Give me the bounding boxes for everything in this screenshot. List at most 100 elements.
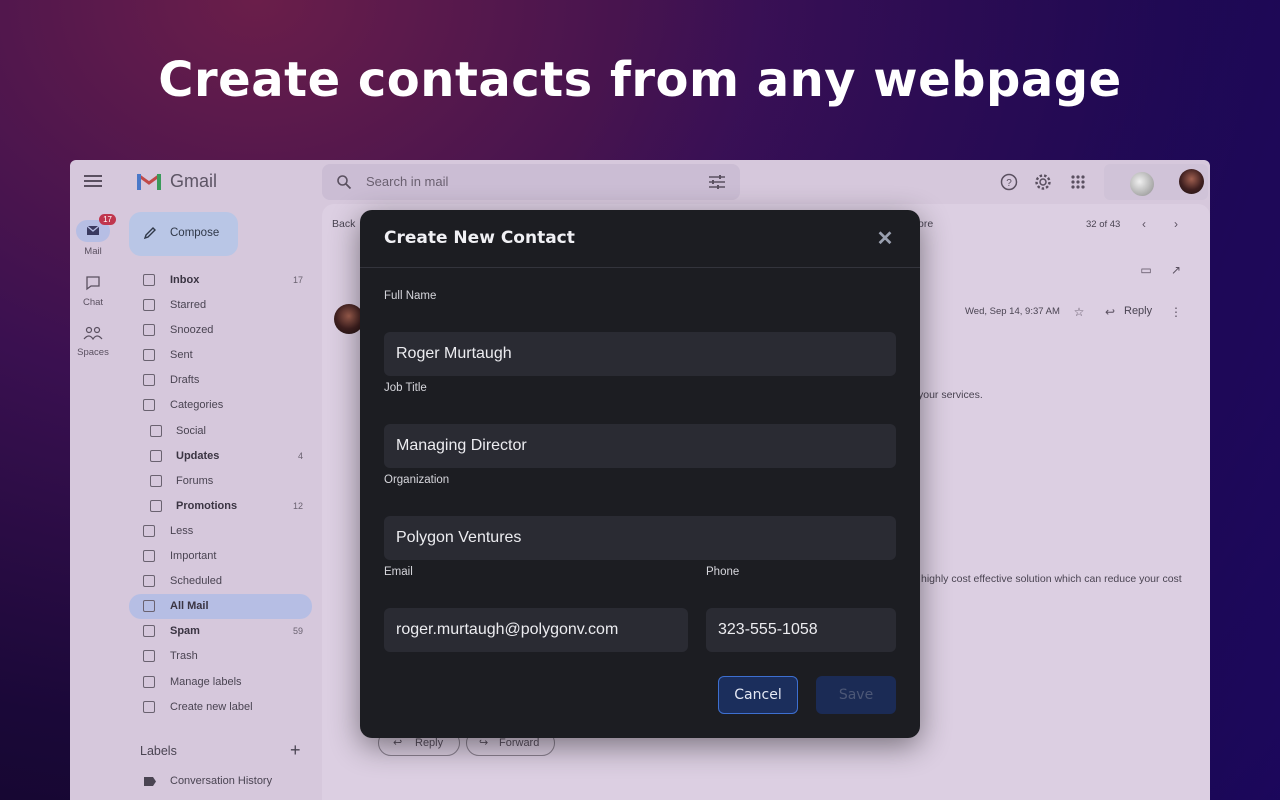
- sidebar-item-label: Starred: [170, 299, 207, 312]
- sidebar-item-label: Categories: [170, 399, 224, 412]
- sidebar-item-forums[interactable]: Forums: [129, 469, 319, 494]
- sidebar-item-drafts[interactable]: Drafts: [129, 368, 319, 393]
- important-icon: [143, 550, 155, 563]
- reply-icon[interactable]: ↩: [1104, 306, 1116, 318]
- forums-icon: [150, 474, 162, 487]
- rail-spaces[interactable]: Spaces: [70, 322, 116, 358]
- starred-icon: [143, 299, 155, 312]
- headline: Create contacts from any webpage: [158, 52, 1122, 108]
- compose-button[interactable]: Compose: [129, 212, 238, 256]
- email-date: Wed, Sep 14, 9:37 AM: [965, 306, 1060, 317]
- all-mail-icon: [143, 600, 155, 613]
- help-icon[interactable]: ?: [999, 172, 1019, 192]
- rail-mail-label: Mail: [84, 246, 102, 257]
- sidebar-item-starred[interactable]: Starred: [129, 293, 319, 318]
- settings-gear-icon[interactable]: [1033, 172, 1053, 192]
- label-conversation-history[interactable]: Conversation History: [170, 775, 272, 787]
- prev-page-icon[interactable]: ‹: [1138, 218, 1150, 230]
- avatar[interactable]: [1179, 169, 1204, 194]
- compose-label: Compose: [170, 227, 220, 239]
- close-icon[interactable]: ✕: [876, 229, 894, 249]
- save-button[interactable]: Save: [816, 676, 896, 714]
- sidebar-item-label: Scheduled: [170, 575, 222, 588]
- promotions-icon: [150, 499, 162, 512]
- sidebar-item-inbox[interactable]: Inbox 17: [129, 268, 319, 293]
- rail-chat[interactable]: Chat: [70, 272, 116, 308]
- sidebar-item-label: Spam: [170, 625, 200, 638]
- phone-field[interactable]: [706, 608, 896, 652]
- reply-link[interactable]: Reply: [1124, 305, 1152, 317]
- full-name-label: Full Name: [384, 290, 437, 302]
- print-icon[interactable]: ▭: [1140, 264, 1152, 276]
- sidebar-item-count: 12: [292, 500, 303, 511]
- sidebar-item-categories[interactable]: Categories: [129, 393, 319, 418]
- sidebar-item-manage-labels[interactable]: Manage labels: [129, 670, 319, 695]
- email-snippet-2: highly cost effective solution which can…: [921, 573, 1182, 585]
- job-title-field[interactable]: [384, 424, 896, 468]
- sidebar-item-label: Sent: [170, 349, 193, 362]
- dialog-title: Create New Contact: [384, 228, 575, 248]
- sidebar-item-label: Manage labels: [170, 675, 242, 688]
- add-label-icon[interactable]: +: [290, 740, 301, 761]
- snoozed-icon: [143, 324, 155, 337]
- sidebar-item-important[interactable]: Important: [129, 544, 319, 569]
- trash-icon: [143, 650, 155, 663]
- inbox-icon: [143, 274, 155, 286]
- mail-badge: 17: [99, 214, 116, 225]
- search-bar[interactable]: Search in mail: [322, 164, 740, 200]
- sidebar-item-scheduled[interactable]: Scheduled: [129, 569, 319, 594]
- job-title-label: Job Title: [384, 382, 427, 394]
- email-field[interactable]: [384, 608, 688, 652]
- social-icon: [150, 424, 162, 437]
- svg-text:?: ?: [1006, 178, 1012, 189]
- hamburger-menu-icon[interactable]: [84, 172, 102, 190]
- sidebar-item-label: Forums: [176, 474, 214, 487]
- email-label: Email: [384, 566, 413, 578]
- sidebar-item-create-new-label[interactable]: Create new label: [129, 695, 319, 720]
- sidebar-item-snoozed[interactable]: Snoozed: [129, 318, 319, 343]
- back-link[interactable]: Back: [332, 218, 355, 230]
- apps-grid-icon[interactable]: [1068, 172, 1088, 192]
- rail-mail[interactable]: 17 Mail: [70, 214, 116, 257]
- search-input[interactable]: Search in mail: [366, 174, 448, 189]
- rail-spaces-label: Spaces: [77, 347, 109, 358]
- next-page-icon[interactable]: ›: [1170, 218, 1182, 230]
- sidebar-item-label: Important: [170, 550, 217, 563]
- star-icon[interactable]: ☆: [1073, 306, 1085, 318]
- cancel-button[interactable]: Cancel: [718, 676, 798, 714]
- org-logo-icon: [1130, 172, 1154, 196]
- mail-icon: 17: [76, 214, 116, 242]
- sidebar-item-label: Less: [170, 524, 194, 537]
- dialog-divider: [360, 267, 920, 268]
- pager-count: 32 of 43: [1086, 219, 1121, 230]
- sidebar-item-updates[interactable]: Updates 4: [129, 444, 319, 469]
- sidebar-item-count: 59: [292, 626, 303, 637]
- sidebar-item-label: Updates: [176, 449, 220, 462]
- organization-field[interactable]: [384, 516, 896, 560]
- spaces-icon: [76, 322, 110, 344]
- sidebar-item-sent[interactable]: Sent: [129, 343, 319, 368]
- sidebar-item-label: All Mail: [170, 600, 209, 613]
- pencil-icon: [143, 227, 156, 240]
- more-link[interactable]: ore: [918, 218, 933, 230]
- sent-icon: [143, 349, 155, 362]
- sidebar-item-social[interactable]: Social: [129, 419, 319, 444]
- sidebar-item-trash[interactable]: Trash: [129, 644, 319, 669]
- organization-label: Organization: [384, 474, 450, 486]
- scheduled-icon: [143, 575, 155, 588]
- email-snippet-1: your services.: [918, 389, 983, 401]
- full-name-field[interactable]: [384, 332, 896, 376]
- search-options-icon[interactable]: [708, 174, 726, 190]
- open-new-window-icon[interactable]: ↗: [1170, 264, 1182, 276]
- chat-icon: [76, 272, 110, 294]
- more-vert-icon[interactable]: ⋮: [1170, 306, 1182, 318]
- sidebar-item-all-mail[interactable]: All Mail: [129, 594, 312, 620]
- sidebar-item-label: Promotions: [176, 499, 238, 512]
- spam-icon: [143, 625, 155, 638]
- sidebar-item-label: Social: [176, 424, 206, 437]
- sidebar-item-count: 17: [292, 275, 303, 285]
- sidebar-item-promotions[interactable]: Promotions 12: [129, 494, 319, 519]
- sidebar-item-less[interactable]: Less: [129, 519, 319, 544]
- drafts-icon: [143, 374, 155, 387]
- sidebar-item-spam[interactable]: Spam 59: [129, 619, 319, 644]
